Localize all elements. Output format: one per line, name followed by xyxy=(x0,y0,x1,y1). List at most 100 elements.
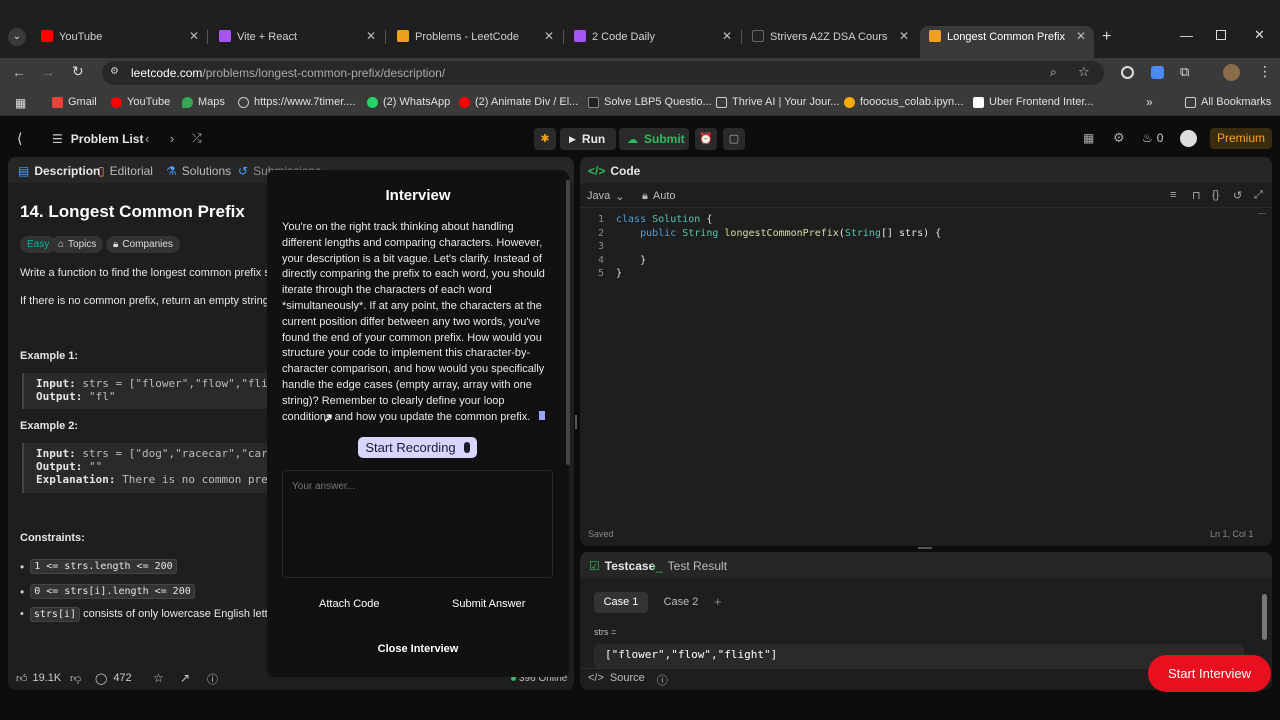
browser-tab-vite[interactable]: Vite + React ✕ xyxy=(219,26,376,48)
timer-button[interactable]: ⏰ xyxy=(695,128,717,150)
comments-button[interactable]: ◯ 472 xyxy=(95,672,132,685)
dislike-icon[interactable]: 👎︎ xyxy=(70,672,81,685)
user-avatar[interactable] xyxy=(1180,130,1197,147)
bookmark-star-icon[interactable]: ☆ xyxy=(1078,64,1090,80)
bookmark-icon[interactable]: ⊓ xyxy=(1192,189,1201,202)
start-recording-button[interactable]: Start Recording xyxy=(358,437,477,458)
youtube-icon xyxy=(459,96,470,108)
add-case-icon[interactable]: + xyxy=(714,594,722,609)
tab-solutions[interactable]: ⚗ Solutions xyxy=(166,164,231,178)
close-tab-icon[interactable]: ✕ xyxy=(1076,29,1086,43)
browser-tab-2codedaily[interactable]: 2 Code Daily ✕ xyxy=(574,26,732,48)
horizontal-resize-handle[interactable] xyxy=(918,547,932,549)
close-tab-icon[interactable]: ✕ xyxy=(544,29,554,43)
minimize-icon[interactable]: — xyxy=(1180,28,1193,43)
profile-avatar[interactable] xyxy=(1223,64,1240,81)
site-info-icon[interactable]: ⚙ xyxy=(110,66,119,77)
testcase-scrollbar[interactable] xyxy=(1262,594,1267,640)
format-icon[interactable]: ≡ xyxy=(1170,189,1176,201)
browser-tab-problems[interactable]: Problems - LeetCode ✕ xyxy=(397,26,554,48)
submit-button[interactable]: ☁ Submit xyxy=(619,128,689,150)
extension-icon[interactable] xyxy=(1121,66,1134,79)
back-icon[interactable]: ← xyxy=(12,64,26,80)
url-host: leetcode.com xyxy=(131,66,203,80)
attach-code-button[interactable]: Attach Code xyxy=(319,598,380,610)
start-interview-button[interactable]: Start Interview xyxy=(1148,655,1271,692)
browser-tab-strivers[interactable]: Strivers A2Z DSA Course/S ✕ xyxy=(752,26,909,48)
browser-tab-youtube[interactable]: YouTube ✕ xyxy=(41,26,199,48)
companies-chip[interactable]: 🔒︎ Companies xyxy=(106,236,180,253)
bookmark-youtube[interactable]: YouTube xyxy=(111,96,170,108)
close-tab-icon[interactable]: ✕ xyxy=(189,29,199,43)
tab-description[interactable]: ▤ Description xyxy=(18,164,100,178)
all-bookmarks[interactable]: All Bookmarks xyxy=(1185,96,1271,108)
address-bar[interactable]: ⚙ leetcode.com/problems/longest-common-p… xyxy=(102,61,1104,85)
variable-value[interactable]: ["flower","flow","flight"] xyxy=(594,644,1244,668)
help-icon[interactable]: ⓘ xyxy=(207,671,218,687)
tab-search-icon[interactable]: ⌄ xyxy=(8,28,26,46)
case-2-tab[interactable]: Case 2 xyxy=(654,592,708,613)
vertical-resize-handle[interactable] xyxy=(575,415,577,429)
bookmark-whatsapp[interactable]: (2) WhatsApp xyxy=(367,96,450,108)
settings-gear-icon[interactable]: ⚙ xyxy=(1113,130,1125,146)
tab-testcase[interactable]: ☑ Testcase xyxy=(589,559,655,573)
more-bookmarks-icon[interactable]: » xyxy=(1146,95,1153,109)
leetcode-logo-icon[interactable]: ⟨ xyxy=(17,130,22,147)
bookmark-animate-div[interactable]: (2) Animate Div / El... xyxy=(459,96,578,108)
restore-icon[interactable] xyxy=(1216,30,1226,40)
tab-test-result[interactable]: ›_ Test Result xyxy=(652,559,727,573)
topics-chip[interactable]: ⌂ Topics xyxy=(51,236,104,253)
bookmark-maps[interactable]: Maps xyxy=(182,96,225,108)
url-path: /problems/longest-common-prefix/descript… xyxy=(202,66,446,80)
problem-list-button[interactable]: ☰ Problem List xyxy=(52,132,143,146)
close-tab-icon[interactable]: ✕ xyxy=(366,29,376,43)
share-icon[interactable]: ↗ xyxy=(180,671,190,685)
notes-button[interactable]: ▢ xyxy=(723,128,745,150)
fullscreen-icon[interactable]: ⤢ xyxy=(1254,189,1263,202)
browser-tab-longest-common-prefix[interactable]: Longest Common Prefix - ✕ xyxy=(929,26,1086,48)
modal-scrollbar[interactable] xyxy=(566,180,570,465)
bookmark-7timer[interactable]: https://www.7timer.... xyxy=(238,96,355,108)
zoom-icon[interactable]: ⌕ xyxy=(1050,65,1057,80)
next-problem-icon[interactable]: › xyxy=(170,131,174,146)
close-tab-icon[interactable]: ✕ xyxy=(899,29,909,43)
favorite-star-icon[interactable]: ☆ xyxy=(153,671,164,685)
close-window-icon[interactable]: ✕ xyxy=(1254,27,1265,43)
bookmark-thrive-ai[interactable]: Thrive AI | Your Jour... xyxy=(716,96,839,108)
close-interview-button[interactable]: Close Interview xyxy=(267,643,569,655)
new-tab-icon[interactable]: + xyxy=(1102,28,1111,46)
browser-menu-icon[interactable]: ⋮ xyxy=(1258,63,1272,80)
braces-icon[interactable]: {} xyxy=(1212,189,1219,201)
interview-title: Interview xyxy=(385,187,451,204)
folder-icon xyxy=(1185,96,1196,108)
help-icon[interactable]: ⓘ xyxy=(657,672,668,688)
prev-problem-icon[interactable]: ‹ xyxy=(145,131,149,146)
forward-icon[interactable]: → xyxy=(41,64,55,80)
bookmark-uber[interactable]: Uber Frontend Inter... xyxy=(973,96,1094,108)
extensions-puzzle-icon[interactable]: ⧉ xyxy=(1180,64,1189,80)
auto-mode[interactable]: 🔒︎ Auto xyxy=(642,190,676,203)
apps-grid-icon[interactable]: ▦ xyxy=(15,96,26,110)
tab-editorial[interactable]: ▯ Editorial xyxy=(98,164,153,178)
close-tab-icon[interactable]: ✕ xyxy=(722,29,732,43)
bookmark-lbp5[interactable]: Solve LBP5 Questio... xyxy=(588,96,712,108)
layout-icon[interactable]: ▦ xyxy=(1083,131,1094,145)
extension-blue-icon[interactable] xyxy=(1151,66,1164,79)
like-button[interactable]: 👍︎ 19.1K xyxy=(16,672,61,685)
bookmark-gmail[interactable]: Gmail xyxy=(52,96,97,108)
shuffle-icon[interactable]: ⤮ xyxy=(192,131,202,146)
case-1-tab[interactable]: Case 1 xyxy=(594,592,648,613)
bookmark-fooocus[interactable]: fooocus_colab.ipyn... xyxy=(844,96,963,108)
debug-button[interactable]: ✱ xyxy=(534,128,556,150)
reload-icon[interactable]: ↻ xyxy=(72,63,84,80)
run-button[interactable]: ▶ Run xyxy=(560,128,616,150)
language-select[interactable]: Java ⌄ xyxy=(587,190,624,203)
premium-button[interactable]: Premium xyxy=(1210,128,1272,149)
reset-icon[interactable]: ↺ xyxy=(1233,189,1242,202)
streak-counter[interactable]: ♨ 0 xyxy=(1142,131,1163,145)
submit-answer-button[interactable]: Submit Answer xyxy=(452,598,525,610)
code-editor[interactable]: 1 class Solution { 2 public String longes… xyxy=(580,213,1260,493)
answer-textarea[interactable] xyxy=(282,470,553,578)
editor-scrollbar[interactable] xyxy=(1258,213,1266,223)
source-button[interactable]: </> Source ⓘ xyxy=(588,672,668,688)
